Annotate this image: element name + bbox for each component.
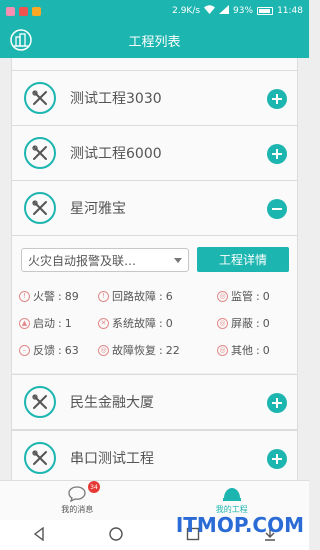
building-icon[interactable] (9, 28, 33, 52)
notification-icons (6, 6, 41, 16)
status-bar: 2.9K/s 93% 11:48 (0, 0, 309, 22)
project-name: 测试工程6000 (70, 146, 162, 162)
expand-icon[interactable] (267, 393, 287, 413)
network-speed: 2.9K/s (172, 6, 201, 16)
project-detail-panel: 火灾自动报警及联… 工程详情 ! 火警:89 ! 回路故障:6 ◎ 监管:0 ▲… (11, 236, 298, 373)
system-select-value: 火灾自动报警及联… (28, 253, 137, 268)
stat-feedback[interactable]: – 反馈:63 (19, 342, 79, 358)
project-item[interactable]: 串口测试工程 (11, 430, 298, 480)
back-icon[interactable] (32, 526, 46, 545)
stat-system-fault[interactable]: ✕ 系统故障:0 (98, 315, 173, 331)
unread-badge: 34 (88, 481, 100, 493)
supervise-icon: ◎ (217, 290, 228, 302)
list-top-edge (11, 58, 298, 70)
project-list: 测试工程3030 测试工程6000 星河雅宝 火灾自动报警及联… 工程详情 ! … (0, 58, 309, 480)
tools-icon (24, 137, 56, 169)
project-item[interactable]: 测试工程6000 (11, 125, 298, 181)
project-name: 串口测试工程 (70, 451, 154, 467)
stat-fault-recover[interactable]: ◎ 故障恢复:22 (98, 342, 180, 358)
other-icon: ◎ (217, 344, 228, 356)
tab-my-messages[interactable]: 34 我的消息 (0, 481, 155, 520)
fire-alarm-icon: ! (19, 290, 30, 302)
project-detail-button[interactable]: 工程详情 (197, 247, 289, 272)
wifi-icon (204, 5, 216, 17)
app-header: 工程列表 (0, 22, 309, 58)
notification-icon (19, 6, 28, 16)
tools-icon (24, 386, 56, 418)
shield-icon: ◎ (217, 317, 228, 329)
home-icon[interactable] (109, 526, 123, 545)
stat-loop-fault[interactable]: ! 回路故障:6 (98, 288, 173, 304)
dropdown-arrow-icon (174, 258, 182, 263)
stat-start[interactable]: ▲ 启动:1 (19, 315, 72, 331)
helmet-icon (222, 486, 242, 504)
collapse-icon[interactable] (267, 199, 287, 219)
stat-other[interactable]: ◎ 其他:0 (217, 342, 270, 358)
page-title: 工程列表 (128, 34, 181, 50)
project-item[interactable]: 测试工程3030 (11, 70, 298, 126)
clock: 11:48 (277, 6, 303, 16)
tab-label: 我的消息 (61, 505, 94, 514)
signal-icon (219, 5, 230, 17)
expand-icon[interactable] (267, 89, 287, 109)
project-name: 测试工程3030 (70, 91, 162, 107)
notification-icon (6, 6, 15, 16)
project-name: 星河雅宝 (70, 201, 126, 217)
loop-fault-icon: ! (98, 290, 109, 302)
notification-icon (32, 6, 41, 16)
stat-shield[interactable]: ◎ 屏蔽:0 (217, 315, 270, 331)
tools-icon (24, 192, 56, 224)
tools-icon (24, 442, 56, 474)
battery-percent: 93% (233, 6, 254, 16)
expand-icon[interactable] (267, 449, 287, 469)
start-icon: ▲ (19, 317, 30, 329)
feedback-icon: – (19, 344, 30, 356)
tools-icon (24, 82, 56, 114)
expand-icon[interactable] (267, 144, 287, 164)
stat-supervise[interactable]: ◎ 监管:0 (217, 288, 270, 304)
project-item[interactable]: 民生金融大厦 (11, 374, 298, 430)
chat-icon (68, 486, 86, 504)
project-name: 民生金融大厦 (70, 395, 154, 411)
watermark: ITMOP.COM (175, 513, 304, 537)
project-item-expanded[interactable]: 星河雅宝 (11, 180, 298, 236)
battery-icon (257, 7, 274, 15)
system-select[interactable]: 火灾自动报警及联… (21, 248, 189, 272)
system-fault-icon: ✕ (98, 317, 109, 329)
fault-recover-icon: ◎ (98, 344, 109, 356)
stat-fire-alarm[interactable]: ! 火警:89 (19, 288, 79, 304)
